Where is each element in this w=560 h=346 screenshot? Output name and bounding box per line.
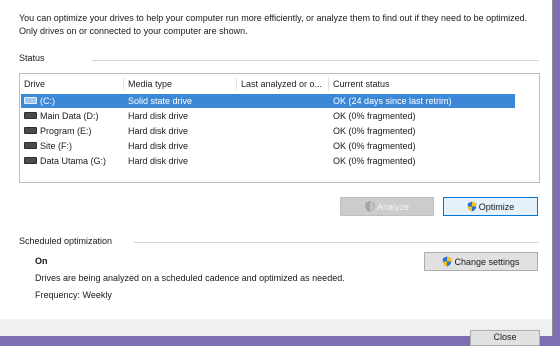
drive-icon xyxy=(24,157,37,165)
scheduled-section-label: Scheduled optimization xyxy=(19,236,113,246)
drive-name: Program (E:) xyxy=(40,126,92,136)
column-header-last-analyzed[interactable]: Last analyzed or o... xyxy=(237,74,322,94)
drive-row[interactable]: Data Utama (G:) Hard disk drive OK (0% f… xyxy=(21,154,515,168)
optimize-label: Optimize xyxy=(478,202,515,212)
current-status: OK (0% fragmented) xyxy=(333,156,416,166)
drive-icon xyxy=(24,127,37,135)
status-divider xyxy=(92,60,539,61)
media-type: Hard disk drive xyxy=(128,156,189,166)
current-status: OK (0% fragmented) xyxy=(333,141,416,151)
drive-icon xyxy=(24,142,37,150)
drive-row[interactable]: Site (F:) Hard disk drive OK (0% fragmen… xyxy=(21,139,515,153)
analyze-label: Analyze xyxy=(376,202,410,212)
drive-row[interactable]: Main Data (D:) Hard disk drive OK (0% fr… xyxy=(21,109,515,123)
status-section-label: Status xyxy=(19,53,45,63)
current-status: OK (0% fragmented) xyxy=(333,111,416,121)
schedule-frequency: Frequency: Weekly xyxy=(35,290,112,300)
intro-text: You can optimize your drives to help you… xyxy=(19,13,528,36)
drive-name: Site (F:) xyxy=(40,141,73,151)
analyze-button[interactable]: Analyze xyxy=(340,197,434,216)
drive-name: (C:) xyxy=(40,96,55,106)
schedule-state: On xyxy=(35,256,48,266)
drive-name: Data Utama (G:) xyxy=(40,156,107,166)
media-type: Hard disk drive xyxy=(128,126,189,136)
drive-list[interactable]: Drive Media type Last analyzed or o... C… xyxy=(19,73,540,183)
media-type: Hard disk drive xyxy=(128,141,189,151)
drive-name: Main Data (D:) xyxy=(40,111,99,121)
scheduled-divider xyxy=(134,242,539,243)
column-header-media-type[interactable]: Media type xyxy=(124,74,172,94)
uac-shield-icon xyxy=(443,256,452,267)
change-settings-button[interactable]: Change settings xyxy=(424,252,538,271)
drive-icon xyxy=(24,97,37,105)
uac-shield-icon xyxy=(365,201,375,212)
drive-list-header: Drive Media type Last analyzed or o... C… xyxy=(20,74,539,94)
column-header-drive[interactable]: Drive xyxy=(20,74,45,94)
column-header-current-status[interactable]: Current status xyxy=(329,74,390,94)
drive-icon xyxy=(24,112,37,120)
drive-list-scrollbar[interactable] xyxy=(516,75,538,181)
drive-row[interactable]: (C:) Solid state drive OK (24 days since… xyxy=(21,94,515,108)
media-type: Hard disk drive xyxy=(128,111,189,121)
change-settings-label: Change settings xyxy=(454,257,520,267)
schedule-description: Drives are being analyzed on a scheduled… xyxy=(35,273,345,283)
media-type: Solid state drive xyxy=(128,96,193,106)
close-button[interactable]: Close xyxy=(470,330,540,346)
drive-row[interactable]: Program (E:) Hard disk drive OK (0% frag… xyxy=(21,124,515,138)
current-status: OK (24 days since last retrim) xyxy=(333,96,452,106)
optimize-drives-window: You can optimize your drives to help you… xyxy=(0,0,553,346)
current-status: OK (0% fragmented) xyxy=(333,126,416,136)
optimize-button[interactable]: Optimize xyxy=(443,197,538,216)
close-label: Close xyxy=(493,332,517,342)
uac-shield-icon xyxy=(467,201,476,212)
